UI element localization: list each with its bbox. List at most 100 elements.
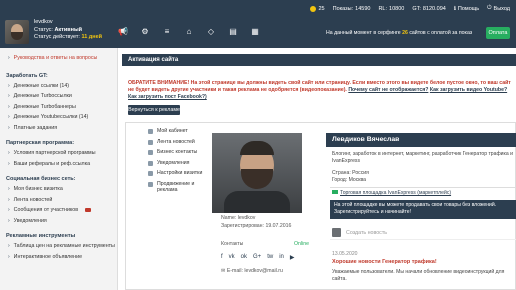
profile-menu-cabinet[interactable]: Мой кабинет xyxy=(126,128,206,135)
gt-counter: GT: 8120.094 xyxy=(412,5,446,12)
news-title[interactable]: Хорошие новости Генератор трафика! xyxy=(332,259,437,265)
promo-link-row: Торговая площадка IvanExpress (маркетпле… xyxy=(332,190,516,197)
sidebar-item-messages[interactable]: › Сообщения от участников xyxy=(0,205,117,216)
sidebar-item-price-table[interactable]: › Таблица цен на рекламные инструменты xyxy=(0,241,117,252)
linkedin-icon[interactable]: in xyxy=(279,254,284,261)
status-duration: Статус действует: 11 дней xyxy=(34,34,103,40)
create-post-input[interactable]: Создать новость xyxy=(346,230,387,236)
newspaper-icon[interactable]: ▦ xyxy=(250,27,260,37)
facebook-help-link[interactable]: Как загрузить пост Facebook?) xyxy=(128,94,207,100)
megaphone-icon xyxy=(148,181,153,187)
chevron-right-icon: › xyxy=(8,114,10,121)
cart-icon xyxy=(332,190,338,194)
status-line: Статус: Активный xyxy=(34,26,83,33)
coin-icon xyxy=(310,5,317,12)
vk-icon[interactable]: vk xyxy=(229,254,235,261)
gear-icon[interactable]: ⚙ xyxy=(140,27,150,37)
sidebar-section-title: Заработать GT: xyxy=(6,72,48,79)
logout-link[interactable]: ⏻ Выход xyxy=(487,5,510,12)
bell-icon xyxy=(148,160,153,166)
profile-menu-settings[interactable]: Настройки визитки xyxy=(126,170,206,177)
news-icon xyxy=(148,139,153,145)
coins-counter: 25 xyxy=(310,5,325,12)
chevron-right-icon: › xyxy=(8,217,10,224)
envelope-icon xyxy=(85,208,92,213)
database-icon[interactable]: ≡ xyxy=(162,27,172,37)
logout-icon: ⏻ xyxy=(487,5,492,11)
chevron-right-icon: › xyxy=(8,196,10,203)
sidebar-item-notifications[interactable]: › Уведомления xyxy=(0,216,117,227)
social-links: f vk ok G+ tw in ▶ xyxy=(221,254,294,261)
news-text: Уважаемые пользователи. Мы начали обновл… xyxy=(332,269,505,282)
mail-icon: ✉ xyxy=(221,268,226,274)
youtube-icon[interactable]: ▶ xyxy=(290,254,295,261)
header-icons: 📢 ⚙ ≡ ⌂ ◇ ▤ ▦ xyxy=(118,27,260,37)
book-icon[interactable]: ▤ xyxy=(228,27,238,37)
top-bar: 25 Показы: 14590 RL: 10800 GT: 8120.094 ℹ По… xyxy=(0,0,516,17)
promo-description: На этой площадке вы можете продавать сво… xyxy=(330,200,516,219)
profile-menu-promotion[interactable]: Продвижение и реклама xyxy=(126,181,206,194)
online-status: Online xyxy=(294,241,309,247)
megaphone-icon[interactable]: 📢 xyxy=(118,27,128,37)
user-info: levdkov Статус: Активный Статус действуе… xyxy=(34,19,102,42)
twitter-icon[interactable]: tw xyxy=(267,254,273,261)
chevron-right-icon: › xyxy=(8,55,10,62)
sidebar-item-partner-terms[interactable]: › Условия партнерской программы xyxy=(0,148,117,159)
avatar xyxy=(332,228,341,237)
profile-menu-contacts[interactable]: Бизнес контакты xyxy=(126,149,206,156)
why-not-shown-link[interactable]: Почему сайт не отображается? xyxy=(348,87,428,93)
chevron-right-icon: › xyxy=(8,160,10,167)
google-plus-icon[interactable]: G+ xyxy=(253,254,261,261)
header: levdkov Статус: Активный Статус действуе… xyxy=(0,17,516,48)
chevron-right-icon: › xyxy=(8,103,10,110)
help-icon: ℹ xyxy=(453,5,456,12)
email-row: ✉ E-mail: levdkov@mail.ru xyxy=(221,268,283,274)
back-to-ads-button[interactable]: Вернуться к рекламе xyxy=(128,105,180,115)
profile-bio: Блогинг, заработок в интернет, маркетинг… xyxy=(332,151,513,164)
profile-name: Левдиков Вячеслав xyxy=(326,133,516,147)
promo-link[interactable]: Торговая площадка IvanExpress (маркетпле… xyxy=(340,190,451,196)
username: levdkov xyxy=(34,19,53,25)
sidebar-item-turbo-banners[interactable]: › Денежные Turboбаннеры xyxy=(0,102,117,113)
chevron-right-icon: › xyxy=(8,93,10,100)
sidebar-item-news-feed[interactable]: › Лента новостей xyxy=(0,195,117,206)
sidebar-section-title: Партнерская программа: xyxy=(6,140,75,146)
sidebar-item-turbo-links[interactable]: › Денежные Turboссылки xyxy=(0,91,117,102)
sidebar-item-youtube-links[interactable]: › Денежные Youtubeссылки (14) xyxy=(0,112,117,123)
user-icon xyxy=(148,129,153,134)
chevron-right-icon: › xyxy=(8,207,10,214)
gear-icon xyxy=(148,171,153,176)
main-content: Активация сайта ОБРАТИТЕ ВНИМАНИЕ! На эт… xyxy=(118,48,516,290)
surfing-note: На данный момент в серфинге 26 сайтов с … xyxy=(326,30,473,36)
views-counter: Показы: 14590 xyxy=(332,5,371,12)
create-post[interactable]: Создать новость xyxy=(330,226,516,240)
warning-message: ОБРАТИТЕ ВНИМАНИЕ! На этой странице вы д… xyxy=(128,80,511,100)
odnoklassniki-icon[interactable]: ok xyxy=(241,254,247,261)
help-link[interactable]: ℹ Помощь xyxy=(454,6,479,12)
pay-button[interactable]: Оплата xyxy=(486,27,510,39)
profile-menu-notifications[interactable]: Уведомления xyxy=(126,160,206,167)
sidebar-item-money-links[interactable]: › Денежные ссылки (14) xyxy=(0,81,117,92)
sidebar-item-referrals[interactable]: › Ваши рефералы и реф.ссылка xyxy=(0,159,117,170)
diamond-icon[interactable]: ◇ xyxy=(206,27,216,37)
sidebar-item-paid-tasks[interactable]: › Платные задания xyxy=(0,123,117,134)
email-value[interactable]: levdkov@mail.ru xyxy=(244,268,282,274)
profile-menu-news[interactable]: Лента новостей xyxy=(126,139,206,146)
sidebar-item-interactive-ad[interactable]: › Интерактивное объявление xyxy=(0,252,117,263)
chevron-right-icon: › xyxy=(8,243,10,250)
page-title: Активация сайта xyxy=(122,54,516,66)
sidebar: › Руководства и ответы на вопросы Заработ… xyxy=(0,48,118,290)
chevron-right-icon: › xyxy=(8,150,10,157)
profile-location: Страна: Россия Город: Москва xyxy=(332,170,369,183)
profile-menu: Мой кабинет Лента новостей Бизнес контак… xyxy=(126,123,206,263)
facebook-icon[interactable]: f xyxy=(221,254,223,261)
youtube-help-link[interactable]: Как загрузить видео Youtube? xyxy=(430,87,507,93)
sidebar-item-business-card[interactable]: › Моя бизнес визитка xyxy=(0,184,117,195)
bank-icon[interactable]: ⌂ xyxy=(184,27,194,37)
avatar[interactable] xyxy=(5,20,29,44)
sidebar-item-guides[interactable]: › Руководства и ответы на вопросы xyxy=(0,53,117,64)
chevron-right-icon: › xyxy=(8,82,10,89)
divider xyxy=(330,187,515,188)
site-preview-card: Мой кабинет Лента новостей Бизнес контак… xyxy=(125,122,516,290)
profile-meta: Name: levdkov Зарегистрирован: 19.07.201… xyxy=(221,215,292,229)
